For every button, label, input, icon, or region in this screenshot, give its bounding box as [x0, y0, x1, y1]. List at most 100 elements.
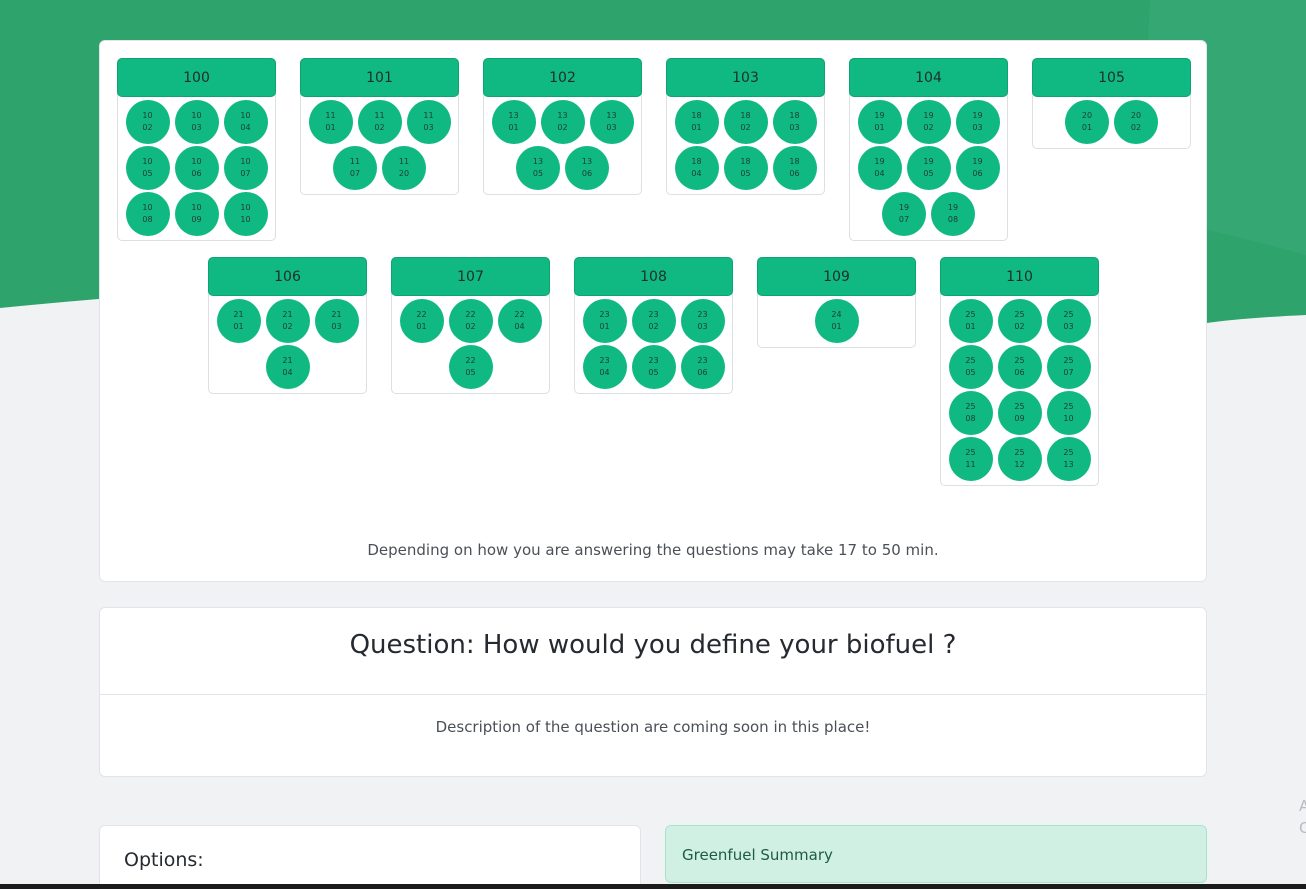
question-dot-bottom: 05	[465, 368, 476, 377]
question-dot-button[interactable]: 11 01	[308, 100, 353, 144]
question-dot-top: 11	[398, 157, 410, 166]
group-header-button[interactable]: 110	[940, 257, 1099, 296]
question-dot-button[interactable]: 23 06	[680, 345, 725, 389]
question-dot-button[interactable]: 13 03	[589, 100, 634, 144]
question-dot-button[interactable]: 22 05	[448, 345, 493, 389]
question-dot-button[interactable]: 19 01	[857, 100, 902, 144]
question-dot-bottom: 20	[398, 169, 410, 178]
question-dot-button[interactable]: 20 01	[1065, 100, 1109, 144]
question-dot-button[interactable]: 22 04	[497, 299, 542, 343]
question-dot-button[interactable]: 18 03	[772, 100, 817, 144]
question-dots: 23 01 23 02 23 03 23 04 23 05 23 06	[579, 299, 728, 389]
question-dot-button[interactable]: 25 11	[948, 437, 993, 481]
question-dot-button[interactable]: 25 06	[997, 345, 1042, 389]
question-dot-button[interactable]: 10 06	[174, 146, 219, 190]
question-dot-button[interactable]: 23 05	[631, 345, 676, 389]
group-header-button[interactable]: 102	[483, 58, 642, 97]
question-dot-button[interactable]: 11 07	[333, 146, 377, 190]
group-header-button[interactable]: 108	[574, 257, 733, 296]
question-dot-bottom: 08	[965, 414, 976, 423]
group-header-button[interactable]: 100	[117, 58, 276, 97]
question-dot-button[interactable]: 25 13	[1046, 437, 1091, 481]
question-dot-button[interactable]: 18 05	[723, 146, 768, 190]
question-dot-button[interactable]: 19 05	[906, 146, 951, 190]
question-dot-button[interactable]: 22 02	[448, 299, 493, 343]
question-dot-bottom: 05	[923, 169, 934, 178]
question-dot-bottom: 01	[691, 123, 702, 132]
question-dot-button[interactable]: 24 01	[814, 299, 859, 343]
question-dot-button[interactable]: 19 04	[857, 146, 902, 190]
question-dot-button[interactable]: 23 03	[680, 299, 725, 343]
question-dot-button[interactable]: 19 08	[931, 192, 975, 236]
question-dot-top: 18	[691, 111, 702, 120]
question-dot-top: 25	[965, 402, 976, 411]
question-group: 101 11 01 11 02 11 03 11 07 11 20	[300, 58, 459, 195]
question-dot-button[interactable]: 22 01	[399, 299, 444, 343]
group-header-button[interactable]: 106	[208, 257, 367, 296]
question-dot-top: 10	[191, 203, 202, 212]
group-header-button[interactable]: 109	[757, 257, 916, 296]
question-dot-button[interactable]: 20 02	[1114, 100, 1158, 144]
question-dot-button[interactable]: 10 07	[223, 146, 268, 190]
question-dot-button[interactable]: 21 03	[314, 299, 359, 343]
question-dot-button[interactable]: 18 01	[674, 100, 719, 144]
question-dot-button[interactable]: 21 01	[216, 299, 261, 343]
question-dot-button[interactable]: 13 02	[540, 100, 585, 144]
question-dot-button[interactable]: 21 04	[265, 345, 310, 389]
divider	[100, 694, 1206, 695]
question-dot-button[interactable]: 25 07	[1046, 345, 1091, 389]
question-dot-button[interactable]: 25 10	[1046, 391, 1091, 435]
question-dot-button[interactable]: 23 02	[631, 299, 676, 343]
question-dot-button[interactable]: 25 01	[948, 299, 993, 343]
question-dots: 11 01 11 02 11 03 11 07 11 20	[305, 100, 454, 190]
question-dot-button[interactable]: 10 03	[174, 100, 219, 144]
question-dot-button[interactable]: 21 02	[265, 299, 310, 343]
question-dot-button[interactable]: 25 02	[997, 299, 1042, 343]
question-dot-bottom: 05	[740, 169, 751, 178]
question-dot-bottom: 01	[874, 123, 885, 132]
question-dot-button[interactable]: 13 05	[516, 146, 560, 190]
group-header-button[interactable]: 104	[849, 58, 1008, 97]
question-dot-button[interactable]: 18 02	[723, 100, 768, 144]
question-dot-button[interactable]: 11 20	[382, 146, 426, 190]
question-dot-button[interactable]: 19 03	[955, 100, 1000, 144]
question-dot-button[interactable]: 13 06	[565, 146, 609, 190]
question-dot-button[interactable]: 25 08	[948, 391, 993, 435]
question-dot-button[interactable]: 19 02	[906, 100, 951, 144]
group-header-button[interactable]: 101	[300, 58, 459, 97]
group-header-button[interactable]: 103	[666, 58, 825, 97]
question-dot-top: 18	[740, 111, 751, 120]
greenfuel-summary-card[interactable]: Greenfuel Summary	[665, 825, 1207, 883]
question-dot-button[interactable]: 18 04	[674, 146, 719, 190]
question-dot-button[interactable]: 10 04	[223, 100, 268, 144]
question-dot-button[interactable]: 19 07	[882, 192, 926, 236]
question-dot-button[interactable]: 19 06	[955, 146, 1000, 190]
question-dot-button[interactable]: 10 10	[223, 192, 268, 236]
question-dot-button[interactable]: 25 03	[1046, 299, 1091, 343]
question-dot-bottom: 07	[240, 169, 251, 178]
question-dot-top: 19	[972, 157, 983, 166]
question-dot-bottom: 03	[331, 322, 342, 331]
question-dot-bottom: 01	[965, 322, 976, 331]
question-dot-button[interactable]: 25 05	[948, 345, 993, 389]
question-group: 109 24 01	[757, 257, 916, 348]
question-dot-top: 10	[191, 111, 202, 120]
question-dot-button[interactable]: 10 09	[174, 192, 219, 236]
question-dot-button[interactable]: 23 04	[582, 345, 627, 389]
question-dot-top: 19	[874, 157, 885, 166]
question-dot-button[interactable]: 10 05	[125, 146, 170, 190]
question-dot-button[interactable]: 25 12	[997, 437, 1042, 481]
group-header-button[interactable]: 107	[391, 257, 550, 296]
question-dot-button[interactable]: 13 01	[491, 100, 536, 144]
question-dot-bottom: 04	[282, 368, 293, 377]
question-dot-button[interactable]: 25 09	[997, 391, 1042, 435]
question-dot-button[interactable]: 11 02	[357, 100, 402, 144]
question-dot-button[interactable]: 10 02	[125, 100, 170, 144]
group-header-button[interactable]: 105	[1032, 58, 1191, 97]
question-dot-top: 25	[965, 310, 976, 319]
question-dot-button[interactable]: 23 01	[582, 299, 627, 343]
question-dot-button[interactable]: 18 06	[772, 146, 817, 190]
question-dot-button[interactable]: 11 03	[406, 100, 451, 144]
question-dot-button[interactable]: 10 08	[125, 192, 170, 236]
question-dot-bottom: 05	[648, 368, 659, 377]
